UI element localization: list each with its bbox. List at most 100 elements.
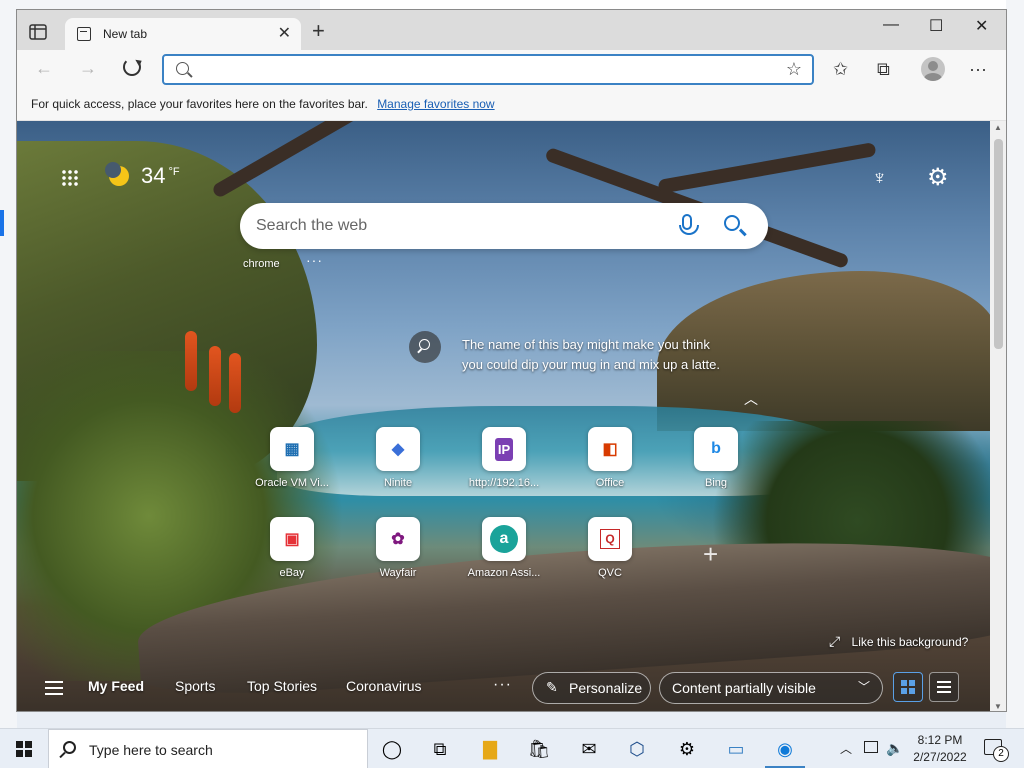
background-flower [229,353,241,413]
quick-links-more-icon[interactable]: ··· [306,252,323,268]
desktop-selection-mark [0,210,4,236]
manage-favorites-link[interactable]: Manage favorites now [377,97,494,111]
tile-label: Oracle VM Vi... [255,477,329,489]
add-site-icon[interactable]: + [703,539,718,570]
feed-more-icon[interactable]: ··· [493,676,512,694]
tile-ninite[interactable]: ◆ Ninite [353,427,443,489]
browser-toolbar: ← → ☆ ✩ ⧉ ··· [17,50,1006,91]
new-tab-page-icon [77,27,91,41]
search-icon [63,741,76,754]
tile-label: http://192.16... [468,477,540,489]
ip-icon: IP [482,427,526,471]
store-icon[interactable]: 🛍 [527,737,551,761]
back-icon[interactable]: ← [35,58,53,79]
cortana-icon[interactable]: ◯ [380,737,404,761]
tile-wayfair[interactable]: ✿ Wayfair [353,517,443,579]
page-scrollbar[interactable]: ▲ ▼ [990,121,1006,711]
mail-icon[interactable]: ✉ [577,737,601,761]
tab-strip: New tab ✕ + — ☐ ✕ [17,10,1006,50]
background-branch [657,142,877,194]
browser-window: New tab ✕ + — ☐ ✕ ← → ☆ ✩ ⧉ ··· For quic… [16,9,1007,712]
network-icon[interactable] [864,741,878,753]
feed-tab-my-feed[interactable]: My Feed [88,678,144,694]
tile-bing[interactable]: b Bing [671,427,761,489]
feed-tab-coronavirus[interactable]: Coronavirus [346,678,421,694]
taskbar-search[interactable]: Type here to search [48,729,368,768]
tile-amazon-assistant[interactable]: a Amazon Assi... [459,517,549,579]
close-window-icon[interactable]: ✕ [975,16,988,36]
edge-icon[interactable]: ◉ [765,737,805,768]
volume-muted-icon[interactable]: 🔈 [886,740,903,757]
app-launcher-icon[interactable] [61,169,79,187]
close-tab-icon[interactable]: ✕ [278,24,291,44]
add-favorite-icon[interactable]: ☆ [786,59,802,80]
forward-icon[interactable]: → [79,58,97,79]
chevron-up-icon[interactable]: ︿ [744,389,758,409]
address-input[interactable] [200,59,760,81]
rewards-icon[interactable]: ♆ [872,167,892,189]
like-background[interactable]: ⤢ Like this background? [829,633,968,650]
virtualbox-icon[interactable]: ⬡ [625,737,649,761]
show-hidden-icons-icon[interactable]: ︿ [840,740,852,757]
microphone-icon[interactable] [679,214,699,235]
feed-tab-top-stories[interactable]: Top Stories [247,678,317,694]
clock-time: 8:12 PM [917,733,963,747]
personalize-button[interactable]: Personalize [532,672,651,704]
office-icon: ◧ [588,427,632,471]
temperature-unit: °F [168,166,180,178]
tab-title: New tab [103,27,148,41]
minimize-icon[interactable]: — [883,16,899,34]
address-bar[interactable]: ☆ [162,54,814,85]
weather-widget[interactable]: 34 °F [105,162,180,189]
remote-desktop-icon[interactable]: ▭ [724,737,748,761]
search-icon[interactable] [724,215,740,231]
feed-bar: My Feed Sports Top Stories Coronavirus ·… [17,666,990,711]
quick-link-chrome[interactable]: chrome [243,258,280,270]
background-info-text[interactable]: The name of this bay might make you thin… [462,335,732,375]
tile-ebay[interactable]: ▣ eBay [247,517,337,579]
expand-icon: ⤢ [829,633,841,649]
amazon-icon: a [482,517,526,561]
like-background-label: Like this background? [851,635,969,649]
tile-oracle-vm[interactable]: ▦ Oracle VM Vi... [247,427,337,489]
settings-icon[interactable]: ⚙ [675,737,699,761]
clock-date: 2/27/2022 [913,750,967,764]
tile-label: Bing [704,477,728,489]
qvc-icon: Q [588,517,632,561]
tile-qvc[interactable]: Q QVC [565,517,655,579]
image-search-icon[interactable] [409,331,441,363]
background-flower [185,331,197,391]
tile-ip-address[interactable]: IP http://192.16... [459,427,549,489]
settings-gear-icon[interactable]: ⚙ [927,163,949,192]
tile-label: Amazon Assi... [467,567,541,579]
feed-tab-sports[interactable]: Sports [175,678,215,694]
system-clock[interactable]: 8:12 PM 2/27/2022 [908,732,972,766]
web-search-box[interactable]: Search the web [240,203,768,249]
windows-start-icon[interactable] [16,741,32,757]
task-view-icon[interactable]: ⧉ [428,737,452,761]
menu-icon[interactable] [45,681,63,695]
notifications-icon[interactable]: 2 [984,739,1009,762]
maximize-icon[interactable]: ☐ [929,16,943,36]
refresh-icon[interactable] [123,58,141,76]
file-explorer-icon[interactable]: ▇ [478,737,502,761]
grid-view-icon[interactable] [893,672,923,702]
profile-avatar[interactable] [921,57,945,81]
new-tab-button[interactable]: + [312,20,325,42]
search-placeholder: Search the web [256,217,368,234]
notification-count: 2 [993,746,1009,762]
content-visibility-dropdown[interactable]: Content partially visible ﹀ [659,672,883,704]
scroll-down-icon[interactable]: ▼ [994,702,1002,711]
more-options-icon[interactable]: ··· [969,59,987,80]
chevron-down-icon: ﹀ [857,680,870,694]
collections-icon[interactable]: ⧉ [877,59,890,80]
new-tab-page: 34 °F ♆ ⚙ Search the web chrome ··· The … [17,121,990,711]
tab-actions-icon[interactable] [29,24,47,40]
favorites-icon[interactable]: ✩ [833,59,848,80]
scrollbar-thumb[interactable] [994,139,1003,349]
tile-label: Ninite [383,477,413,489]
scroll-up-icon[interactable]: ▲ [994,123,1002,132]
tile-office[interactable]: ◧ Office [565,427,655,489]
list-view-icon[interactable] [929,672,959,702]
tab-new-tab[interactable]: New tab ✕ [65,18,301,50]
